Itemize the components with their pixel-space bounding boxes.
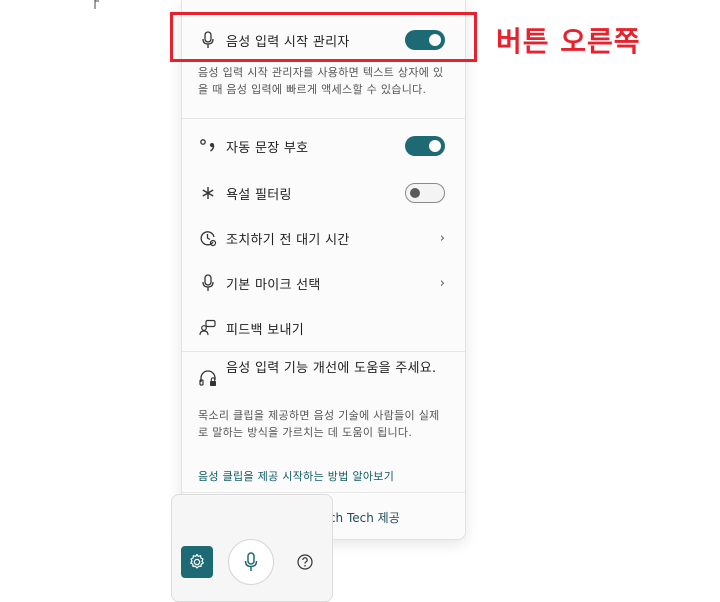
feedback-label: 피드백 보내기 (226, 322, 304, 338)
asterisk-icon (198, 183, 218, 203)
toggle-knob (410, 188, 420, 198)
settings-button[interactable] (181, 546, 213, 578)
auto-punctuation-toggle[interactable] (405, 136, 445, 156)
voice-clip-learn-more-link[interactable]: 음성 클립을 제공 시작하는 방법 알아보기 (198, 468, 394, 484)
gear-icon (190, 553, 204, 569)
chevron-right-icon: › (439, 230, 445, 246)
annotation-highlight-box (170, 12, 477, 62)
voice-typing-settings-panel: 음성 입력 시작 관리자 음성 입력 시작 관리자를 사용하면 텍스트 상자에 … (181, 0, 466, 540)
annotation-label: 버튼 오른쪽 (496, 25, 641, 58)
feedback-row[interactable]: 피드백 보내기 (182, 308, 465, 348)
launcher-description: 음성 입력 시작 관리자를 사용하면 텍스트 상자에 있을 때 음성 입력에 빠… (198, 66, 444, 96)
profanity-filter-toggle[interactable] (405, 183, 445, 203)
mic-button[interactable] (228, 539, 274, 585)
default-mic-label: 기본 마이크 선택 (226, 277, 321, 293)
wait-time-row[interactable]: 조치하기 전 대기 시간 › (182, 218, 465, 258)
cursor-icon (94, 0, 99, 9)
divider (182, 118, 465, 119)
default-mic-row[interactable]: 기본 마이크 선택 › (182, 263, 465, 303)
divider (182, 351, 465, 352)
auto-punctuation-label: 자동 문장 부호 (226, 140, 309, 156)
mic-icon (244, 552, 258, 571)
help-button[interactable] (294, 551, 316, 573)
improve-title: 음성 입력 기능 개선에 도움을 주세요. (226, 361, 437, 376)
profanity-filter-row[interactable]: 욕설 필터링 (182, 173, 465, 213)
improve-description: 목소리 클립을 제공하면 음성 기술에 사람들이 실제로 말하는 방식을 가르치… (198, 409, 440, 439)
lock-headset-icon (198, 368, 218, 388)
mic-icon (198, 273, 218, 293)
auto-punctuation-row[interactable]: 자동 문장 부호 (182, 126, 465, 166)
divider (182, 492, 465, 493)
feedback-icon (198, 318, 218, 338)
chevron-right-icon: › (439, 275, 445, 291)
timer-icon (198, 228, 218, 248)
punctuation-icon (198, 136, 218, 156)
toggle-knob (429, 140, 441, 152)
wait-time-label: 조치하기 전 대기 시간 (226, 232, 350, 248)
help-icon (297, 554, 313, 570)
profanity-filter-label: 욕설 필터링 (226, 187, 292, 203)
